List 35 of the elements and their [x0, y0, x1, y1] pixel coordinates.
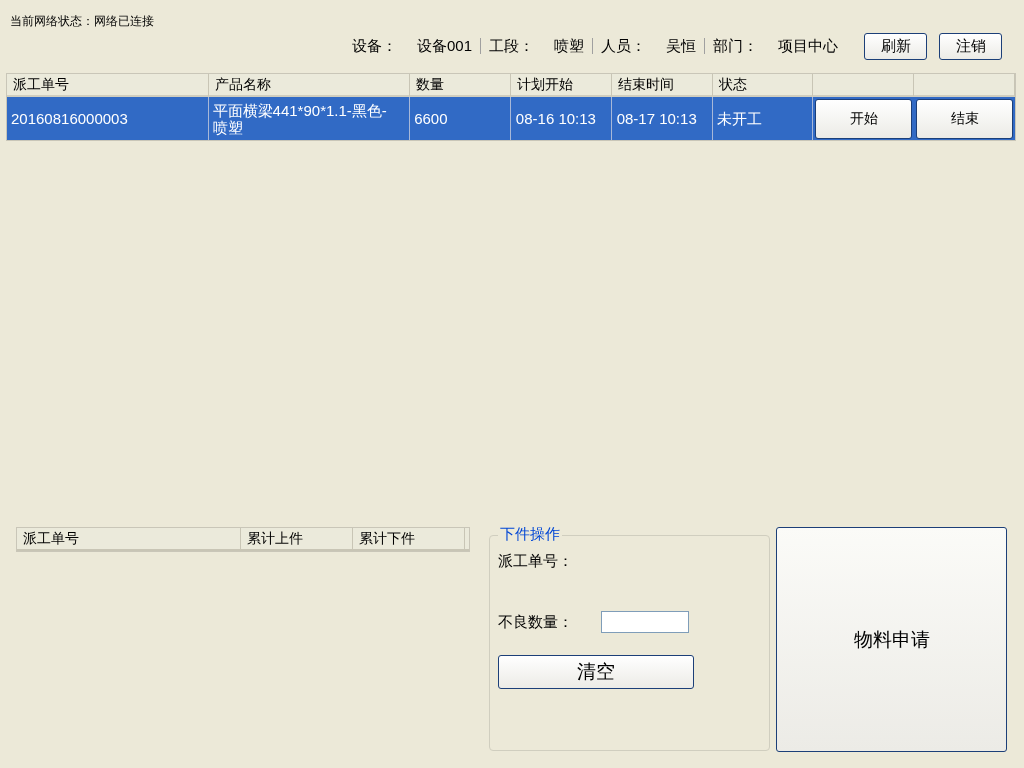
table-cell: 平面横梁441*90*1.1-黑色-喷塑 — [208, 97, 411, 140]
table-cell: 08-17 10:13 — [611, 97, 713, 140]
row-action-button[interactable]: 开始 — [815, 98, 913, 139]
column-header: 累计下件 — [353, 528, 465, 549]
toolbar-button[interactable]: 刷新 — [864, 32, 927, 60]
group-title: 下件操作 — [497, 525, 562, 544]
column-header: 产品名称 — [208, 74, 411, 96]
table-row[interactable]: 20160816000003 平面横梁441*90*1.1-黑色-喷塑 6600 08-16 10:13 08-17 10:13 未开工 开始 结束 — [7, 97, 1015, 140]
info-value: 喷塑 — [554, 36, 584, 56]
field-label: 不良数量： — [497, 612, 574, 632]
column-header: 派工单号 — [7, 74, 209, 96]
column-header: 累计上件 — [241, 528, 353, 549]
field-label: 派工单号： — [497, 552, 574, 571]
table-cell: 未开工 — [712, 97, 814, 140]
info-value: 项目中心 — [778, 36, 838, 56]
info-value: 设备001 — [416, 36, 472, 56]
column-header: 计划开始 — [511, 74, 612, 96]
info-label: 人员： — [601, 36, 646, 56]
table-cell: 08-16 10:13 — [511, 97, 612, 140]
column-header: 结束时间 — [611, 74, 713, 96]
input-field[interactable] — [600, 611, 689, 633]
column-header: 派工单号 — [17, 528, 241, 549]
column-header: 状态 — [712, 74, 814, 96]
info-label: 设备： — [351, 36, 397, 56]
info-value: 吴恒 — [666, 36, 696, 56]
network-status: 当前网络状态：网络已连接 — [9, 13, 155, 29]
toolbar-button[interactable]: 注销 — [939, 32, 1002, 60]
info-label: 工段： — [489, 36, 534, 56]
table-cell: 20160816000003 — [7, 97, 209, 140]
row-action-button[interactable]: 结束 — [916, 98, 1014, 139]
material-request-button[interactable]: 物料申请 — [776, 527, 1007, 752]
info-label: 部门： — [713, 36, 758, 56]
table-cell: 6600 — [410, 97, 511, 140]
column-header: 数量 — [410, 74, 511, 96]
clear-button[interactable]: 清空 — [497, 655, 694, 689]
